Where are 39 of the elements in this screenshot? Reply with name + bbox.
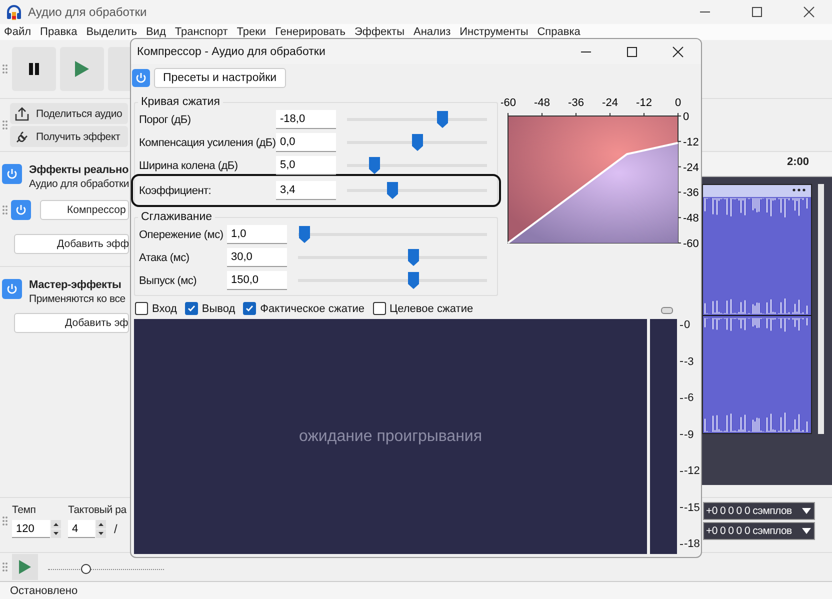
scale-label: 0: [684, 319, 690, 331]
field-label: Тактовый ра: [68, 504, 126, 516]
section-subtitle: Применяются ко все: [29, 293, 126, 305]
group-title: Сглаживание: [140, 211, 214, 223]
field-label: Компенсация усиления (дБ): [139, 136, 276, 148]
scale-label: -18: [684, 538, 700, 550]
tick-label: -12: [636, 97, 652, 109]
scale-label: -6: [684, 392, 694, 404]
section-title: Мастер-эффекты: [29, 279, 122, 291]
dialog-title: Компрессор - Аудио для обработки: [137, 46, 326, 58]
section-subtitle: Аудио для обработки: [29, 178, 130, 190]
ruler-label: 2:00: [787, 156, 810, 168]
field-label: Выпуск (мс): [139, 274, 198, 286]
field-label: Ширина колена (дБ): [139, 160, 239, 172]
field-label: Опережение (мс): [139, 228, 224, 240]
tick-label: -24: [683, 162, 699, 174]
tick-label: 0: [674, 97, 682, 109]
meter-message: ожидание проигрывания: [299, 428, 482, 446]
tick-label: -36: [683, 187, 699, 200]
tick-label: -36: [568, 97, 584, 109]
tick-label: -60: [683, 238, 699, 250]
tick-label: 0: [683, 111, 690, 123]
separator-text: /: [114, 522, 118, 536]
scale-label: -3: [684, 356, 694, 368]
tick-label: -48: [534, 97, 550, 109]
field-label: Темп: [12, 504, 37, 516]
scale-label: -9: [684, 428, 694, 440]
field-label: Коэффициент:: [139, 184, 212, 196]
field-label: Атака (мс): [139, 252, 190, 264]
group-title: Кривая сжатия: [140, 96, 221, 108]
scale-label: -15: [684, 502, 700, 514]
tick-label: -48: [683, 212, 699, 225]
section-title: Эффекты реально: [29, 164, 130, 176]
tick-label: -24: [602, 97, 618, 109]
status-text: Остановлено: [10, 584, 78, 596]
scale-label: -12: [684, 465, 700, 477]
field-label: Порог (дБ): [139, 114, 192, 126]
window-title: Аудио для обработки: [28, 5, 148, 19]
tick-label: -12: [683, 136, 699, 148]
